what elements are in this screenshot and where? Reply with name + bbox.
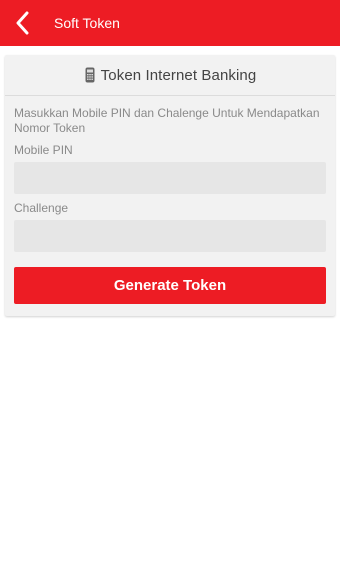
card-title: Token Internet Banking xyxy=(100,66,257,84)
token-device-icon xyxy=(85,67,95,83)
page-title: Soft Token xyxy=(54,15,120,31)
token-card: Token Internet Banking Masukkan Mobile P… xyxy=(5,55,335,316)
generate-token-button[interactable]: Generate Token xyxy=(14,267,326,304)
back-button[interactable] xyxy=(0,0,44,46)
challenge-input[interactable] xyxy=(14,220,326,252)
challenge-label: Challenge xyxy=(14,201,69,215)
chevron-left-icon xyxy=(16,11,29,35)
instruction-text: Masukkan Mobile PIN dan Chalenge Untuk M… xyxy=(14,106,320,135)
mobile-pin-input[interactable] xyxy=(14,162,326,194)
card-body: Masukkan Mobile PIN dan Chalenge Untuk M… xyxy=(5,96,335,304)
mobile-pin-label: Mobile PIN xyxy=(14,143,73,157)
card-header: Token Internet Banking xyxy=(5,55,335,96)
app-bar: Soft Token xyxy=(0,0,340,46)
